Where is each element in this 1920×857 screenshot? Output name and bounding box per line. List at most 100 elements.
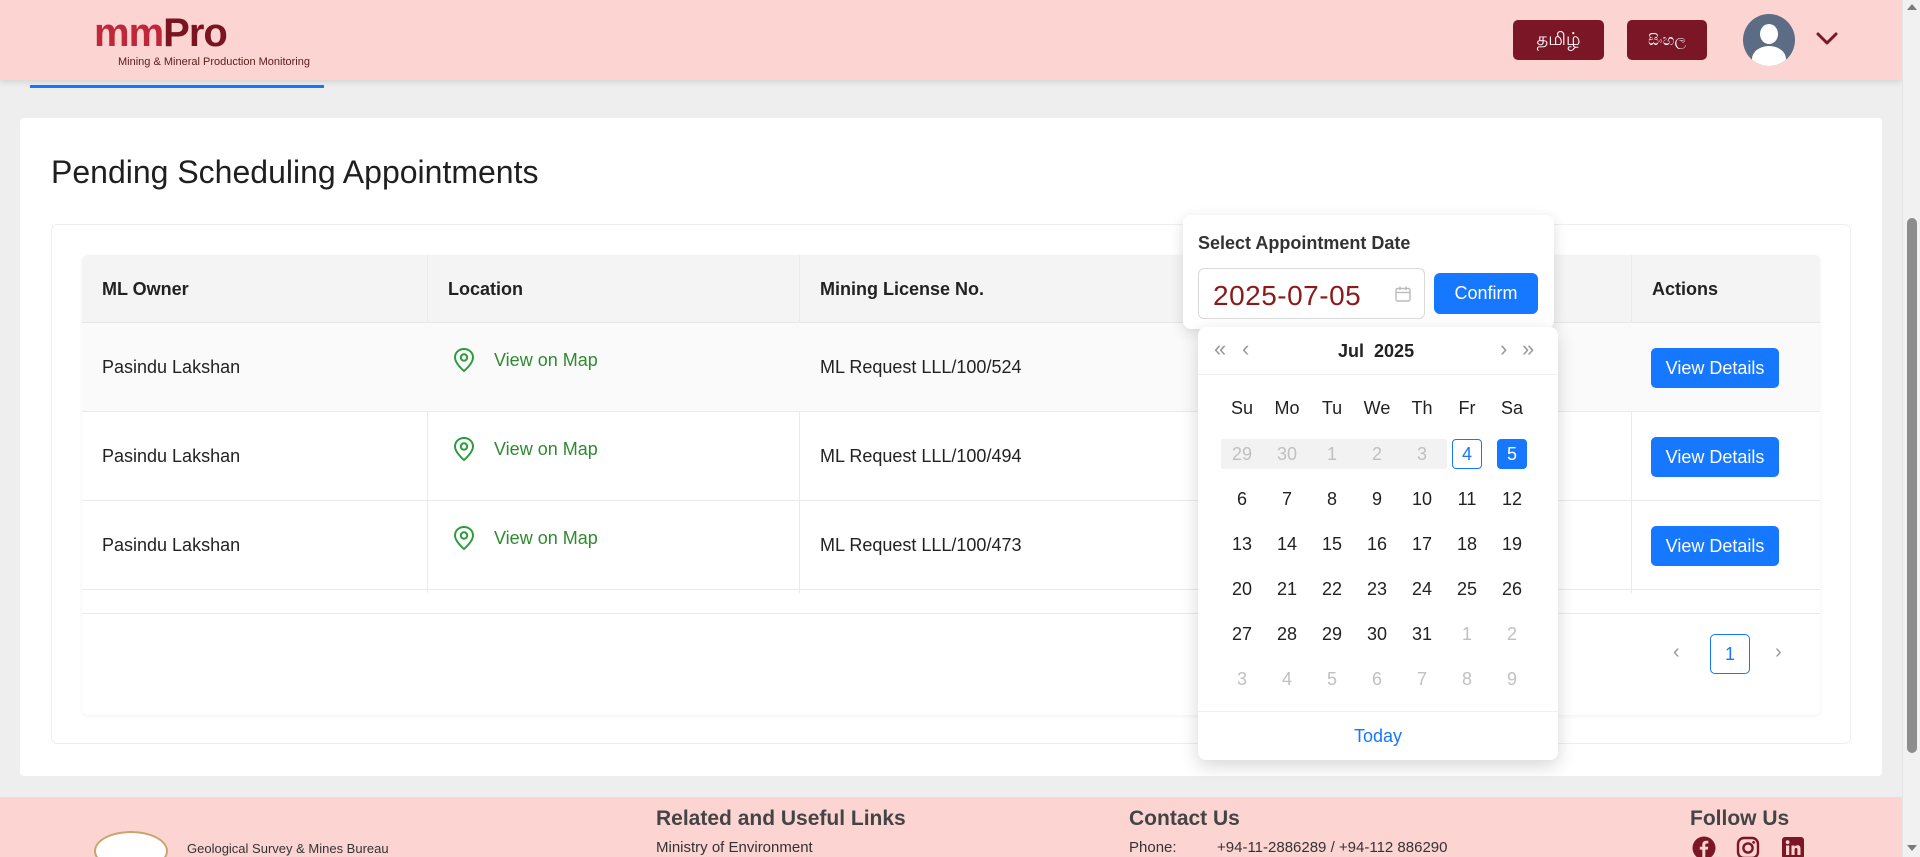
calendar-day[interactable]: 26 bbox=[1497, 574, 1527, 604]
calendar-year[interactable]: 2025 bbox=[1374, 341, 1414, 361]
scrollbar-thumb[interactable] bbox=[1907, 218, 1917, 753]
calendar-day-next-month[interactable]: 2 bbox=[1497, 619, 1527, 649]
view-on-map-link[interactable]: View on Map bbox=[452, 436, 598, 462]
calendar-day-next-month[interactable]: 4 bbox=[1272, 664, 1302, 694]
pagination-page-1[interactable]: 1 bbox=[1710, 634, 1750, 674]
license-cell: ML Request LLL/100/524 bbox=[820, 357, 1022, 377]
calendar-day[interactable]: 27 bbox=[1227, 619, 1257, 649]
calendar-day-next-month[interactable]: 1 bbox=[1452, 619, 1482, 649]
calendar-day[interactable]: 9 bbox=[1362, 484, 1392, 514]
next-month-button[interactable]: › bbox=[1500, 336, 1507, 362]
linkedin-icon[interactable] bbox=[1781, 836, 1805, 857]
appointment-popover: Select Appointment Date 2025-07-05 Confi… bbox=[1183, 215, 1554, 329]
calendar-day[interactable]: 21 bbox=[1272, 574, 1302, 604]
active-tab-indicator bbox=[30, 85, 324, 88]
lang-tamil-button[interactable]: தமிழ் bbox=[1513, 20, 1604, 60]
scroll-down-arrow[interactable] bbox=[1907, 845, 1917, 851]
pagination-next[interactable]: › bbox=[1775, 641, 1782, 664]
weekday-label: Fr bbox=[1458, 398, 1476, 418]
calendar-day[interactable]: 10 bbox=[1407, 484, 1437, 514]
pagination-divider bbox=[82, 613, 1820, 614]
weekday-label: Su bbox=[1230, 398, 1254, 418]
date-input-value: 2025-07-05 bbox=[1213, 280, 1362, 311]
gsmb-seal-logo bbox=[94, 831, 168, 857]
weekday-label: Sa bbox=[1500, 398, 1524, 418]
view-on-map-link[interactable]: View on Map bbox=[452, 347, 598, 373]
calendar-day[interactable]: 25 bbox=[1452, 574, 1482, 604]
calendar-month[interactable]: Jul bbox=[1338, 341, 1364, 361]
calendar-day[interactable]: 31 bbox=[1407, 619, 1437, 649]
calendar-day[interactable]: 12 bbox=[1497, 484, 1527, 514]
view-on-map-label: View on Map bbox=[494, 349, 598, 370]
table-row: Pasindu Lakshan View on Map ML Request L… bbox=[82, 412, 1820, 501]
calendar-day[interactable]: 17 bbox=[1407, 529, 1437, 559]
calendar-day-next-month[interactable]: 8 bbox=[1452, 664, 1482, 694]
footer-org-name: Geological Survey & Mines Bureau bbox=[187, 841, 389, 856]
calendar-day[interactable]: 6 bbox=[1227, 484, 1257, 514]
facebook-icon[interactable] bbox=[1692, 836, 1716, 857]
app-logo[interactable]: mmPro Mining & Mineral Production Monito… bbox=[94, 12, 310, 68]
footer-follow-heading: Follow Us bbox=[1690, 807, 1790, 830]
view-details-button[interactable]: View Details bbox=[1651, 526, 1779, 566]
calendar-day[interactable]: 14 bbox=[1272, 529, 1302, 559]
appointment-date-input[interactable]: 2025-07-05 bbox=[1198, 268, 1425, 319]
calendar-day-next-month[interactable]: 5 bbox=[1317, 664, 1347, 694]
view-details-button[interactable]: View Details bbox=[1651, 348, 1779, 388]
logo-pro: Pro bbox=[163, 11, 228, 55]
calendar-day-next-month[interactable]: 9 bbox=[1497, 664, 1527, 694]
calendar-day: 30 bbox=[1276, 443, 1298, 464]
user-avatar[interactable] bbox=[1743, 14, 1795, 66]
calendar-day[interactable]: 16 bbox=[1362, 529, 1392, 559]
calendar-icon[interactable] bbox=[1394, 285, 1412, 303]
calendar-day-next-month[interactable]: 7 bbox=[1407, 664, 1437, 694]
calendar-day-next-month[interactable]: 3 bbox=[1227, 664, 1257, 694]
footer-link-ministry[interactable]: Ministry of Environment bbox=[656, 839, 813, 856]
view-on-map-link[interactable]: View on Map bbox=[452, 525, 598, 551]
calendar-day[interactable]: 23 bbox=[1362, 574, 1392, 604]
license-cell: ML Request LLL/100/494 bbox=[820, 446, 1022, 466]
calendar-day[interactable]: 22 bbox=[1317, 574, 1347, 604]
calendar-day[interactable]: 30 bbox=[1362, 619, 1392, 649]
weekday-label: Tu bbox=[1321, 398, 1343, 418]
pagination-prev[interactable]: ‹ bbox=[1673, 641, 1680, 664]
calendar-day[interactable]: 13 bbox=[1227, 529, 1257, 559]
table-row: Pasindu Lakshan View on Map ML Request L… bbox=[82, 323, 1820, 412]
avatar-head bbox=[1760, 24, 1778, 44]
calendar-day[interactable]: 29 bbox=[1317, 619, 1347, 649]
logo-mm: mm bbox=[94, 11, 164, 55]
today-button[interactable]: Today bbox=[1198, 711, 1558, 760]
calendar-day[interactable]: 7 bbox=[1272, 484, 1302, 514]
calendar-day[interactable]: 24 bbox=[1407, 574, 1437, 604]
lang-sinhala-button[interactable]: සිංහල bbox=[1627, 20, 1707, 60]
calendar-day[interactable]: 18 bbox=[1452, 529, 1482, 559]
prev-year-button[interactable]: « bbox=[1214, 336, 1226, 362]
footer-phone-value[interactable]: +94-11-2886289 / +94-112 886290 bbox=[1217, 839, 1447, 856]
appointment-date-label: Select Appointment Date bbox=[1198, 233, 1411, 253]
owner-cell: Pasindu Lakshan bbox=[102, 357, 241, 377]
avatar-body bbox=[1752, 46, 1786, 66]
calendar-day[interactable]: 20 bbox=[1227, 574, 1257, 604]
page-scrollbar[interactable] bbox=[1902, 0, 1920, 857]
view-on-map-label: View on Map bbox=[494, 527, 598, 548]
calendar-day[interactable]: 15 bbox=[1317, 529, 1347, 559]
calendar-day-selected[interactable]: 5 bbox=[1497, 439, 1527, 469]
calendar-day[interactable]: 19 bbox=[1497, 529, 1527, 559]
calendar-month-year[interactable]: Jul 2025 bbox=[1338, 341, 1414, 362]
page-title: Pending Scheduling Appointments bbox=[51, 154, 539, 190]
logo-wordmark: mmPro bbox=[94, 12, 310, 54]
instagram-icon[interactable] bbox=[1736, 836, 1760, 857]
chevron-down-icon[interactable] bbox=[1814, 26, 1840, 52]
next-year-button[interactable]: » bbox=[1522, 336, 1534, 362]
scroll-up-arrow[interactable] bbox=[1907, 4, 1917, 10]
calendar-day[interactable]: 28 bbox=[1272, 619, 1302, 649]
confirm-button[interactable]: Confirm bbox=[1434, 273, 1538, 314]
table-header: ML Owner Location Mining License No. Act… bbox=[82, 255, 1820, 323]
calendar-day: 29 bbox=[1231, 443, 1253, 464]
calendar-day-next-month[interactable]: 6 bbox=[1362, 664, 1392, 694]
prev-month-button[interactable]: ‹ bbox=[1242, 336, 1249, 362]
calendar-day[interactable]: 11 bbox=[1452, 484, 1482, 514]
calendar-day[interactable]: 8 bbox=[1317, 484, 1347, 514]
weekday-label: We bbox=[1363, 398, 1391, 418]
calendar-day-today[interactable]: 4 bbox=[1452, 439, 1482, 469]
view-details-button[interactable]: View Details bbox=[1651, 437, 1779, 477]
